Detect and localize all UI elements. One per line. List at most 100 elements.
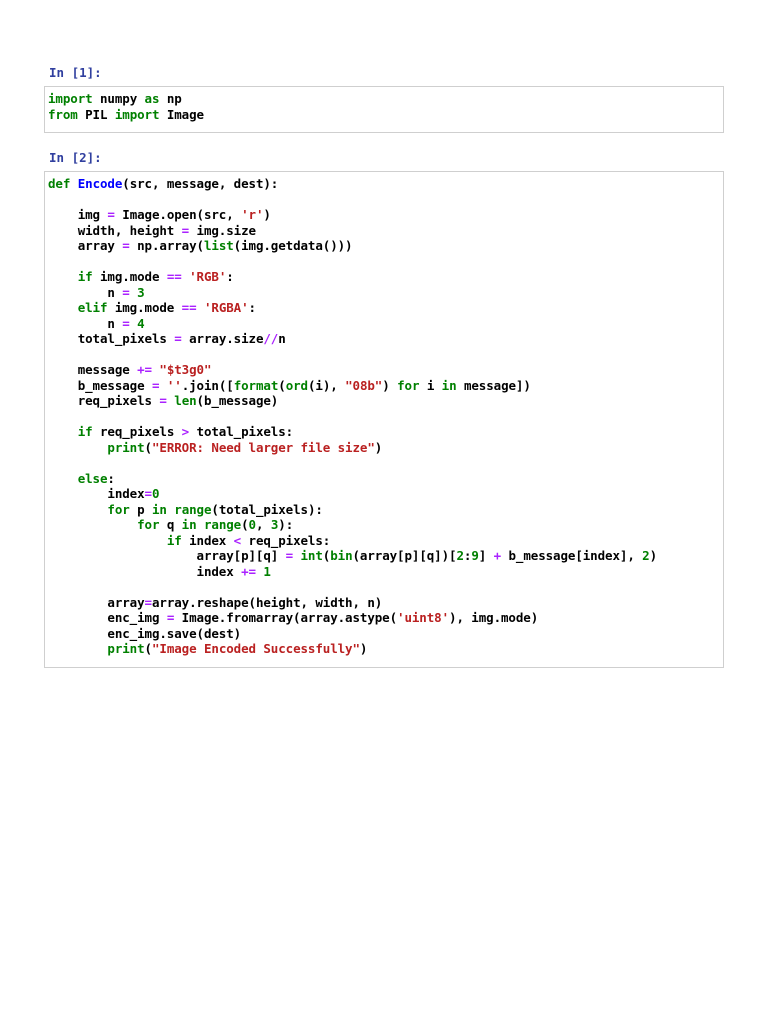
code-line: for q in range(0, 3): <box>48 517 720 533</box>
cell-1-prompt: In [1]: <box>49 65 102 80</box>
code-text: : <box>226 269 234 284</box>
code-line: if img.mode == 'RGB': <box>48 269 720 285</box>
builtin: bin <box>330 548 353 563</box>
keyword: in <box>151 501 167 517</box>
operator: = <box>144 486 153 501</box>
builtin: ord <box>285 377 308 393</box>
operator: = <box>174 331 182 346</box>
builtin: print <box>107 439 145 455</box>
keyword: else <box>77 470 108 486</box>
number: 1 <box>263 563 271 579</box>
code-text: n <box>278 331 286 346</box>
code-editor[interactable]: import numpy as np from PIL import Image <box>48 91 720 122</box>
code-line: from PIL import Image <box>48 107 720 123</box>
operator: + <box>493 548 502 563</box>
string: 'r' <box>241 207 264 222</box>
code-text: ( <box>278 377 286 393</box>
code-text: enc_img.save(dest) <box>48 625 242 641</box>
code-text: ) <box>359 641 368 656</box>
builtin: range <box>203 517 242 532</box>
code-line: print("Image Encoded Successfully") <box>48 641 720 657</box>
code-text: req_pixels <box>48 393 160 408</box>
operator: = <box>285 548 294 563</box>
code-line: index=0 <box>48 486 720 502</box>
keyword: import <box>48 91 93 106</box>
code-line: else: <box>48 471 720 487</box>
operator: < <box>233 532 242 548</box>
operator: = <box>144 594 153 610</box>
code-text: np.array( <box>129 238 204 253</box>
code-cell-2[interactable]: def Encode(src, message, dest): img = Im… <box>44 171 724 668</box>
code-text: b_message[index], <box>501 548 643 563</box>
code-line: import numpy as np <box>48 91 720 107</box>
number: 0 <box>248 517 257 532</box>
keyword: if <box>77 424 93 439</box>
code-text: (img.getdata())) <box>233 238 353 253</box>
string: "08b" <box>345 377 383 393</box>
code-text: ) <box>263 207 271 222</box>
code-text: i <box>419 377 442 393</box>
code-line: for p in range(total_pixels): <box>48 502 720 518</box>
operator: = <box>159 393 167 408</box>
code-line: elif img.mode == 'RGBA': <box>48 300 720 316</box>
builtin: format <box>233 377 279 393</box>
code-text: ( <box>144 439 153 455</box>
code-line: enc_img = Image.fromarray(array.astype('… <box>48 610 720 626</box>
code-text: Image <box>159 106 204 122</box>
code-text: .join([ <box>181 377 234 393</box>
keyword: in <box>441 377 457 393</box>
code-line: if req_pixels > total_pixels: <box>48 424 720 440</box>
code-text: array <box>48 238 123 253</box>
code-text: index <box>48 486 145 501</box>
code-text: img.mode <box>107 300 182 315</box>
code-line: req_pixels = len(b_message) <box>48 393 720 409</box>
operator: += <box>137 362 152 377</box>
code-editor[interactable]: def Encode(src, message, dest): img = Im… <box>48 176 720 657</box>
code-text: img.mode <box>92 269 167 284</box>
builtin: list <box>203 238 234 253</box>
operator: > <box>181 424 190 439</box>
keyword: from <box>48 106 78 122</box>
code-text: img <box>48 207 108 222</box>
code-line: img = Image.open(src, 'r') <box>48 207 720 223</box>
code-text: (i), <box>307 377 346 393</box>
string: 'uint8' <box>397 610 450 625</box>
code-text: PIL <box>77 106 115 122</box>
code-text: message]) <box>456 377 531 393</box>
code-text: (src, message, dest): <box>122 176 279 191</box>
code-line: array[p][q] = int(bin(array[p][q])[2:9] … <box>48 548 720 564</box>
code-text: total_pixels: <box>189 424 294 439</box>
code-text: ), img.mode) <box>449 610 539 625</box>
code-text: numpy <box>92 91 145 106</box>
code-text: ] <box>478 548 494 563</box>
string: "$t3g0" <box>159 362 212 377</box>
string: 'RGBA' <box>203 300 249 315</box>
code-text: req_pixels <box>92 424 182 439</box>
code-line: enc_img.save(dest) <box>48 626 720 642</box>
keyword: elif <box>77 300 108 315</box>
string: '' <box>166 377 182 393</box>
code-cell-1[interactable]: import numpy as np from PIL import Image <box>44 86 724 133</box>
code-text: ( <box>241 517 249 532</box>
code-text: Image.open(src, <box>114 207 242 222</box>
keyword: import <box>114 106 160 122</box>
code-text: array[p][q] <box>48 548 286 563</box>
code-text: (b_message) <box>196 393 279 408</box>
keyword: def <box>48 176 71 191</box>
operator: = <box>122 238 130 253</box>
code-line: message += "$t3g0" <box>48 362 720 378</box>
function-name: Encode <box>77 176 123 191</box>
code-line: print("ERROR: Need larger file size") <box>48 440 720 456</box>
code-text: width, height <box>48 222 182 238</box>
builtin: range <box>174 501 212 517</box>
